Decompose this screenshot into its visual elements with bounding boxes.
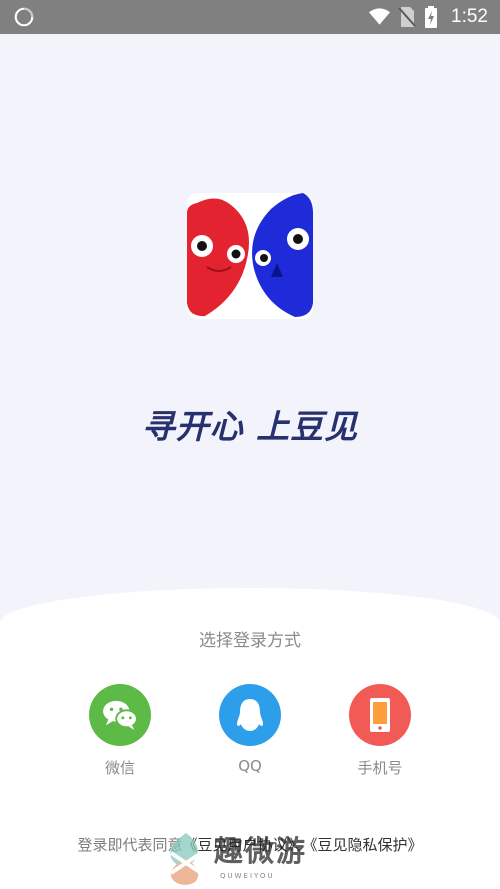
loading-icon xyxy=(14,7,34,27)
hero-section xyxy=(0,34,500,634)
qq-login-label: QQ xyxy=(238,757,262,775)
watermark-logo-icon xyxy=(169,833,203,885)
phone-login-circle[interactable] xyxy=(349,684,411,746)
wechat-icon xyxy=(103,700,138,731)
qq-login-circle[interactable] xyxy=(219,684,281,746)
phone-icon xyxy=(370,698,390,732)
app-logo xyxy=(187,193,313,319)
wechat-login-circle[interactable] xyxy=(89,684,151,746)
qq-login-button[interactable]: QQ xyxy=(200,684,300,775)
status-bar: 1:52 xyxy=(0,0,500,34)
battery-charging-icon xyxy=(425,6,438,28)
status-icons: 1:52 xyxy=(368,0,488,34)
watermark: 趣微游 QUWEIYOU xyxy=(162,828,342,889)
qq-icon xyxy=(237,699,263,731)
slogan: 寻开心 上豆见 xyxy=(141,407,359,446)
no-sim-icon xyxy=(398,7,416,27)
phone-login-button[interactable]: 手机号 xyxy=(330,684,430,778)
wechat-login-button[interactable]: 微信 xyxy=(70,684,170,778)
watermark-subtext: QUWEIYOU xyxy=(220,872,275,880)
wechat-login-label: 微信 xyxy=(104,759,135,777)
login-method-title: 选择登录方式 xyxy=(199,631,301,651)
watermark-text: 趣微游 xyxy=(214,834,308,868)
status-time: 1:52 xyxy=(451,6,488,27)
phone-login-label: 手机号 xyxy=(357,759,403,777)
wifi-icon xyxy=(368,8,391,25)
